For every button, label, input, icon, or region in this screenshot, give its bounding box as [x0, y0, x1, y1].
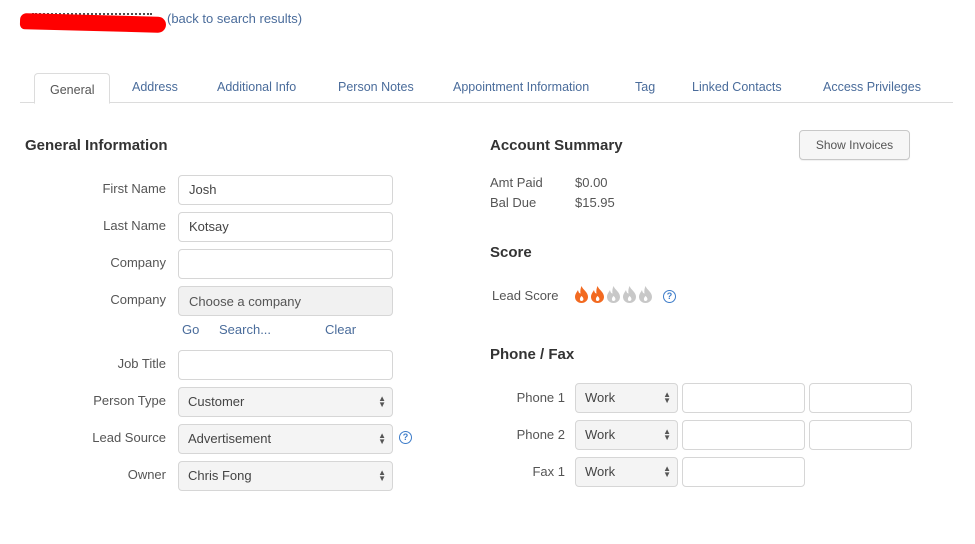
phone-2-type-select[interactable]: Work ▲ ▼ — [575, 420, 678, 450]
phone-2-label: Phone 2 — [516, 427, 565, 442]
tab-address[interactable]: Address — [132, 73, 178, 104]
flame-icon-active[interactable] — [574, 285, 589, 303]
select-arrows-icon: ▲ ▼ — [378, 431, 386, 446]
redaction-mark — [19, 13, 167, 33]
general-information-heading: General Information — [25, 137, 168, 154]
select-arrows-icon: ▲ ▼ — [663, 427, 671, 442]
lead-score-help-icon[interactable]: ? — [663, 290, 676, 303]
tab-additional-info[interactable]: Additional Info — [217, 73, 296, 104]
tab-tag[interactable]: Tag — [635, 73, 655, 104]
owner-label: Owner — [127, 467, 166, 482]
phone-1-type-select[interactable]: Work ▲ ▼ — [575, 383, 678, 413]
lead-source-select[interactable]: Advertisement ▲ ▼ — [178, 424, 393, 454]
select-arrows-icon: ▲ ▼ — [378, 394, 386, 409]
fax-1-type-value: Work — [585, 464, 616, 479]
company-search-link[interactable]: Search... — [219, 322, 271, 337]
company-clear-link[interactable]: Clear — [325, 322, 356, 337]
phone-1-ext-input[interactable] — [809, 383, 912, 413]
lead-source-help-icon[interactable]: ? — [399, 431, 412, 444]
owner-select[interactable]: Chris Fong ▲ ▼ — [178, 461, 393, 491]
company-select-label: Company — [110, 292, 166, 307]
select-arrows-icon: ▲ ▼ — [663, 464, 671, 479]
company-label: Company — [110, 255, 166, 270]
last-name-label: Last Name — [103, 218, 166, 233]
lead-score-label: Lead Score — [492, 288, 559, 303]
phone-1-number-input[interactable] — [682, 383, 805, 413]
person-type-select[interactable]: Customer ▲ ▼ — [178, 387, 393, 417]
flame-icon-inactive[interactable] — [638, 285, 653, 303]
first-name-label: First Name — [102, 181, 166, 196]
fax-1-number-input[interactable] — [682, 457, 805, 487]
tab-general[interactable]: General — [34, 73, 111, 104]
bal-due-label: Bal Due — [490, 195, 537, 210]
flame-icon-inactive[interactable] — [606, 285, 621, 303]
phone-2-type-value: Work — [585, 427, 616, 442]
tab-bar: General Address Additional Info Person N… — [20, 73, 953, 104]
owner-value: Chris Fong — [188, 468, 252, 483]
select-arrows-icon: ▲ ▼ — [663, 390, 671, 405]
fax-1-type-select[interactable]: Work ▲ ▼ — [575, 457, 678, 487]
fax-1-label: Fax 1 — [532, 464, 565, 479]
company-input[interactable] — [178, 249, 393, 279]
lead-source-value: Advertisement — [188, 431, 272, 446]
lead-source-label: Lead Source — [92, 430, 166, 445]
flame-icon-active[interactable] — [590, 285, 605, 303]
score-heading: Score — [490, 244, 532, 261]
redacted-record-title — [19, 10, 167, 33]
last-name-input[interactable] — [178, 212, 393, 242]
tab-person-notes[interactable]: Person Notes — [338, 73, 414, 104]
job-title-input[interactable] — [178, 350, 393, 380]
back-to-search-link[interactable]: (back to search results) — [167, 11, 302, 26]
person-type-value: Customer — [188, 394, 245, 409]
phone-2-ext-input[interactable] — [809, 420, 912, 450]
tab-appointment-information[interactable]: Appointment Information — [453, 73, 589, 104]
phone-2-number-input[interactable] — [682, 420, 805, 450]
first-name-input[interactable] — [178, 175, 393, 205]
account-summary-heading: Account Summary — [490, 137, 623, 154]
phone-1-type-value: Work — [585, 390, 616, 405]
amt-paid-value: $0.00 — [575, 175, 608, 190]
phone-fax-heading: Phone / Fax — [490, 346, 575, 363]
choose-company-field[interactable]: Choose a company — [178, 286, 393, 316]
lead-score-rating[interactable] — [574, 285, 653, 303]
amt-paid-label: Amt Paid — [490, 175, 543, 190]
tab-linked-contacts[interactable]: Linked Contacts — [692, 73, 782, 104]
flame-icon-inactive[interactable] — [622, 285, 637, 303]
show-invoices-button[interactable]: Show Invoices — [799, 130, 910, 160]
tab-access-privileges[interactable]: Access Privileges — [823, 73, 921, 104]
bal-due-value: $15.95 — [575, 195, 615, 210]
select-arrows-icon: ▲ ▼ — [378, 468, 386, 483]
company-go-link[interactable]: Go — [182, 322, 199, 337]
person-type-label: Person Type — [93, 393, 166, 408]
job-title-label: Job Title — [117, 356, 166, 371]
phone-1-label: Phone 1 — [516, 390, 565, 405]
